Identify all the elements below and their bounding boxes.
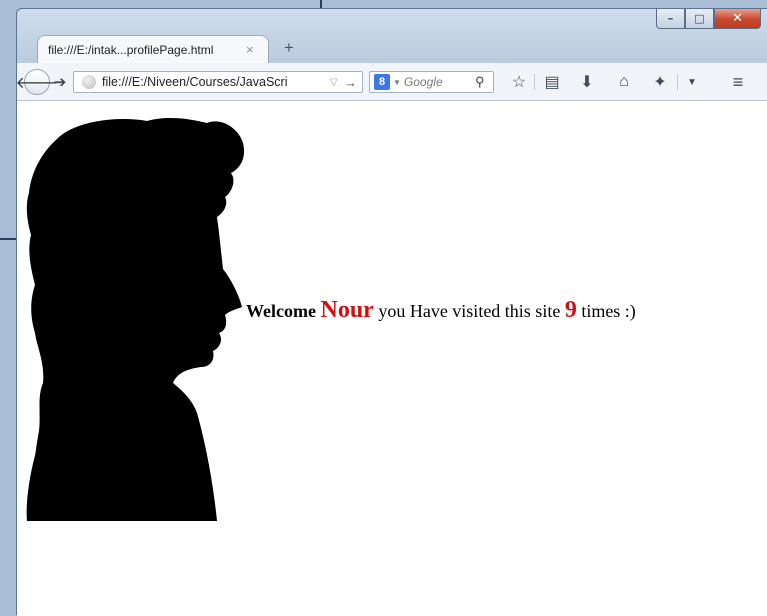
back-button[interactable]: 🡐: [16, 69, 58, 95]
search-input[interactable]: Google: [404, 75, 475, 89]
url-bar[interactable]: file:///E:/Niveen/Courses/JavaScri ▽ →: [73, 71, 363, 93]
search-engine-dropdown-icon[interactable]: ▼: [393, 78, 401, 87]
toolbar-separator: [534, 74, 535, 90]
new-tab-button[interactable]: +: [279, 37, 299, 59]
window-controls: – □ ✕: [656, 9, 761, 31]
search-bar[interactable]: 8 ▼ Google ⚲: [369, 71, 494, 93]
download-icon[interactable]: ⬇: [576, 71, 598, 93]
bookmark-star-icon[interactable]: ☆: [508, 71, 530, 93]
addon-icon[interactable]: ✦: [649, 71, 671, 93]
url-history-icon[interactable]: ▽: [330, 77, 344, 88]
addon-dropdown-icon[interactable]: ▼: [681, 71, 703, 93]
toolbar-separator: [677, 74, 678, 90]
reading-list-icon[interactable]: ▤: [541, 71, 563, 93]
welcome-label: Welcome: [246, 301, 316, 321]
visited-text: you Have visited this site: [378, 301, 561, 321]
home-icon[interactable]: ⌂: [613, 71, 635, 93]
url-input[interactable]: file:///E:/Niveen/Courses/JavaScri: [102, 75, 330, 89]
search-engine-logo[interactable]: 8: [374, 74, 390, 90]
search-icon[interactable]: ⚲: [475, 74, 493, 90]
forward-icon: ➔: [53, 74, 67, 91]
go-arrow-icon[interactable]: →: [344, 75, 362, 90]
maximize-button[interactable]: □: [685, 9, 714, 29]
tab-title: file:///E:/intak...profilePage.html: [48, 42, 214, 57]
navigation-toolbar: 🡐 ➔ file:///E:/Niveen/Courses/JavaScri ▽…: [16, 63, 767, 101]
browser-window: – □ ✕ file:///E:/intak...profilePage.htm…: [16, 8, 767, 616]
tab-close-icon[interactable]: ×: [246, 42, 268, 57]
profile-silhouette-image: [26, 117, 245, 521]
menu-icon[interactable]: ≡: [727, 71, 749, 93]
user-name: Nour: [320, 297, 374, 323]
globe-icon: [82, 75, 96, 89]
forward-button[interactable]: ➔: [51, 72, 69, 92]
browser-tab[interactable]: file:///E:/intak...profilePage.html ×: [37, 35, 269, 63]
visit-count: 9: [564, 297, 577, 323]
welcome-suffix: times :): [581, 301, 636, 321]
page-content: Welcome Nour you Have visited this site …: [17, 101, 767, 616]
welcome-message: Welcome Nour you Have visited this site …: [246, 297, 636, 324]
close-window-button[interactable]: ✕: [714, 9, 761, 29]
minimize-button[interactable]: –: [656, 9, 685, 29]
